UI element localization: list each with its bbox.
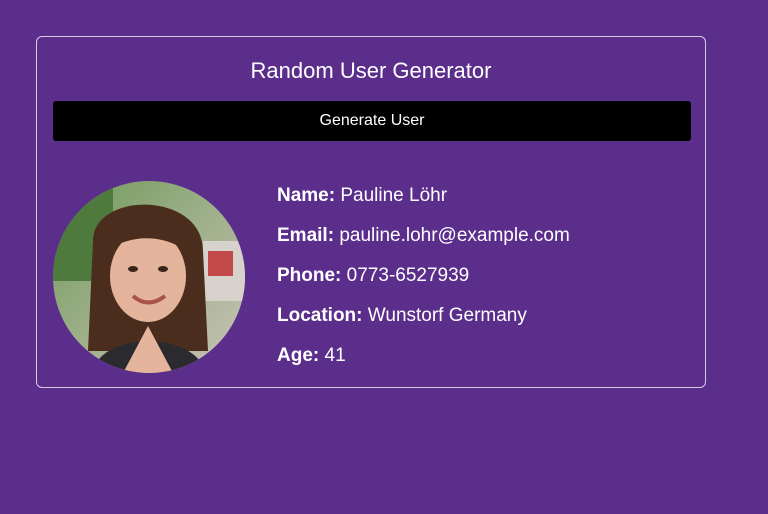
name-value: Pauline Löhr — [340, 185, 448, 206]
phone-label: Phone: — [277, 265, 342, 286]
user-card: Random User Generator Generate User Name… — [36, 36, 706, 388]
user-info: Name: Pauline Löhr Email: pauline.lohr@e… — [277, 182, 570, 382]
email-label: Email: — [277, 225, 335, 246]
phone-value: 0773-6527939 — [346, 265, 470, 286]
location-value: Wunstorf Germany — [367, 305, 527, 326]
location-label: Location: — [277, 305, 363, 326]
name-row: Name: Pauline Löhr — [277, 182, 570, 222]
age-value: 41 — [324, 345, 346, 366]
age-row: Age: 41 — [277, 342, 570, 382]
phone-row: Phone: 0773-6527939 — [277, 262, 570, 302]
user-avatar — [53, 181, 245, 373]
email-row: Email: pauline.lohr@example.com — [277, 222, 570, 262]
age-label: Age: — [277, 345, 320, 366]
email-value: pauline.lohr@example.com — [339, 225, 570, 246]
name-label: Name: — [277, 185, 336, 206]
user-photo — [53, 181, 245, 373]
app-title: Random User Generator — [250, 58, 492, 83]
location-row: Location: Wunstorf Germany — [277, 302, 570, 342]
generate-user-button[interactable]: Generate User — [53, 101, 691, 141]
